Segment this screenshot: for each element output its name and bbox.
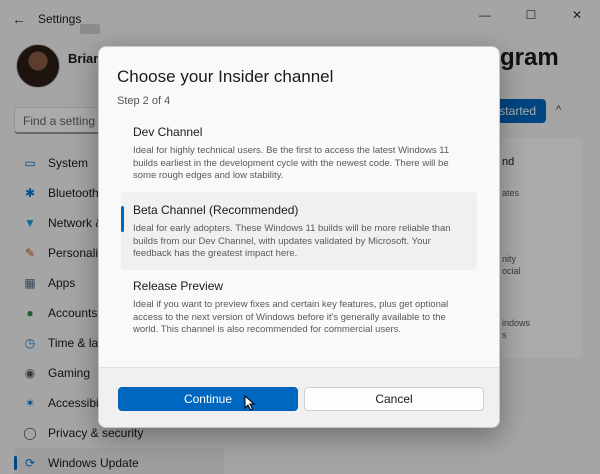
option-title: Beta Channel (Recommended) xyxy=(133,203,299,217)
cancel-button[interactable]: Cancel xyxy=(304,387,484,411)
continue-button[interactable]: Continue xyxy=(118,387,298,411)
option-title: Dev Channel xyxy=(133,125,203,139)
option-beta-channel[interactable]: Beta Channel (Recommended) Ideal for ear… xyxy=(121,192,477,270)
option-title: Release Preview xyxy=(133,279,224,293)
option-description: Ideal for highly technical users. Be the… xyxy=(133,145,450,181)
option-release-preview[interactable]: Release Preview Ideal if you want to pre… xyxy=(121,279,477,337)
dialog-step: Step 2 of 4 xyxy=(117,95,171,107)
dialog-title: Choose your Insider channel xyxy=(117,67,334,86)
mouse-pointer-icon xyxy=(244,395,256,411)
dialog-footer: Continue Cancel xyxy=(99,367,499,427)
option-description: Ideal for early adopters. These Windows … xyxy=(133,223,451,259)
option-dev-channel[interactable]: Dev Channel Ideal for highly technical u… xyxy=(121,125,477,183)
insider-channel-dialog: Choose your Insider channel Step 2 of 4 … xyxy=(98,46,500,428)
option-description: Ideal if you want to preview fixes and c… xyxy=(133,299,449,335)
